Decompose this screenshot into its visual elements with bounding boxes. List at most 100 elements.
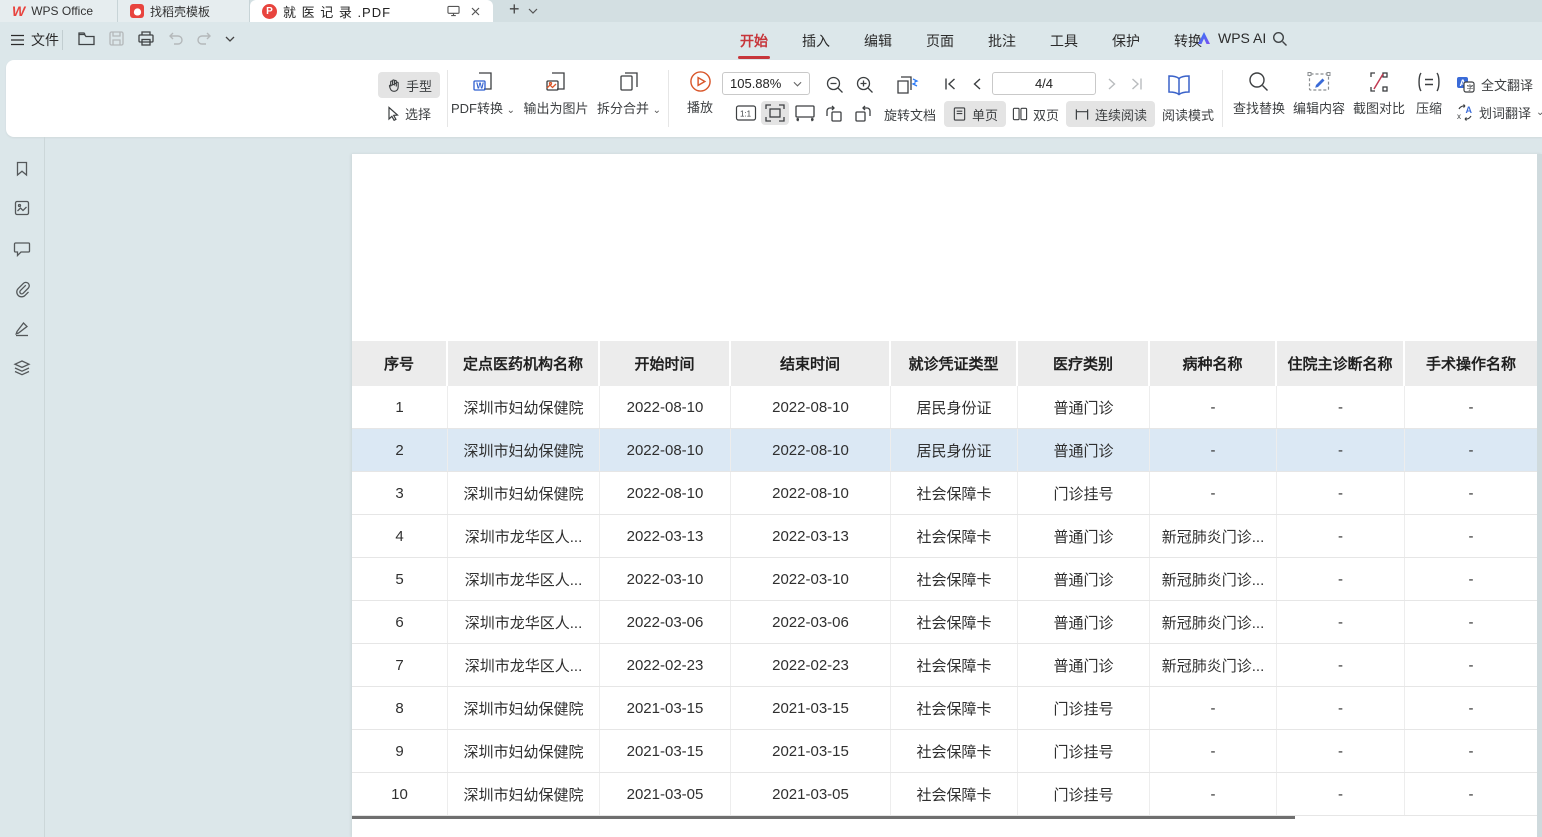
first-page-button[interactable] — [939, 74, 961, 94]
close-tab-icon[interactable] — [470, 6, 481, 17]
table-cell: 2021-03-15 — [600, 730, 731, 772]
tab-list-chevron-icon[interactable] — [528, 8, 538, 14]
last-page-button[interactable] — [1126, 74, 1148, 94]
table-cell: 2022-03-06 — [731, 601, 891, 643]
table-cell: 2022-08-10 — [731, 472, 891, 514]
column-header: 病种名称 — [1150, 341, 1277, 386]
table-cell: 8 — [352, 687, 448, 729]
rotate-right-icon[interactable] — [849, 102, 877, 126]
table-cell: 10 — [352, 773, 448, 815]
page-indicator: 4/4 — [1035, 76, 1053, 91]
single-page-button[interactable]: 单页 — [944, 101, 1006, 127]
rotate-left-icon[interactable] — [820, 102, 848, 126]
compress-button[interactable]: 压缩 — [1406, 70, 1452, 117]
read-mode-book-icon[interactable] — [1162, 70, 1196, 100]
table-cell: 4 — [352, 515, 448, 557]
screenshot-compare-button[interactable]: 截图对比 — [1348, 70, 1410, 117]
actual-size-button[interactable]: 1:1 — [732, 102, 760, 124]
table-cell: - — [1150, 730, 1277, 772]
table-cell: 2021-03-15 — [600, 687, 731, 729]
hand-tool-button[interactable]: 手型 — [378, 72, 440, 98]
menu-edit[interactable]: 编辑 — [860, 29, 896, 53]
table-cell: 2021-03-15 — [731, 730, 891, 772]
previous-page-button[interactable] — [967, 74, 987, 94]
tab-wps-office[interactable]: W WPS Office — [0, 0, 118, 22]
fit-page-button[interactable] — [761, 101, 789, 125]
table-cell: 7 — [352, 644, 448, 686]
edit-content-label: 编辑内容 — [1293, 98, 1345, 117]
thumbnail-icon[interactable] — [13, 199, 31, 217]
comment-icon[interactable] — [13, 240, 31, 257]
menu-insert[interactable]: 插入 — [798, 29, 834, 53]
tab-docer-templates[interactable]: 找稻壳模板 — [118, 0, 250, 22]
zoom-level-select[interactable]: 105.88% — [722, 72, 810, 95]
vertical-scrollbar[interactable] — [1537, 154, 1542, 837]
table-cell: 2021-03-15 — [731, 687, 891, 729]
file-menu-label: 文件 — [31, 30, 59, 50]
continuous-reading-button[interactable]: 连续阅读 — [1066, 101, 1155, 127]
read-mode-button[interactable]: 阅读模式 — [1158, 101, 1218, 127]
table-cell: 2022-02-23 — [600, 644, 731, 686]
full-text-translate-button[interactable]: A字 全文翻译 — [1456, 72, 1533, 96]
table-cell: - — [1277, 472, 1405, 514]
export-image-button[interactable]: 输出为图片 — [520, 70, 592, 117]
screenshot-compare-label: 截图对比 — [1353, 98, 1405, 117]
pdf-convert-icon: W — [471, 70, 495, 94]
word-translate-button[interactable]: Ax 划词翻译 ⌄ — [1456, 100, 1542, 124]
zoom-in-button[interactable] — [852, 73, 878, 97]
document-title: 就 医 记 录 .PDF — [283, 2, 391, 21]
open-folder-icon[interactable] — [76, 29, 97, 48]
column-header: 就诊凭证类型 — [891, 341, 1018, 386]
edit-content-button[interactable]: 编辑内容 — [1288, 70, 1350, 117]
table-cell: - — [1405, 601, 1537, 643]
play-button[interactable]: 播放 — [678, 70, 722, 116]
menu-protect[interactable]: 保护 — [1108, 29, 1144, 53]
zoom-out-button[interactable] — [822, 73, 848, 97]
signature-icon[interactable] — [13, 319, 31, 338]
page-number-input[interactable]: 4/4 — [992, 72, 1096, 95]
redo-icon[interactable] — [195, 30, 214, 47]
split-merge-button[interactable]: 拆分合并 ⌄ — [594, 70, 664, 117]
column-header: 结束时间 — [731, 341, 891, 386]
find-replace-button[interactable]: 查找替换 — [1228, 70, 1290, 117]
new-tab-button[interactable]: + — [505, 0, 524, 22]
tab-document-active[interactable]: P 就 医 记 录 .PDF — [250, 0, 493, 22]
table-cell: 2022-03-13 — [731, 515, 891, 557]
bookmark-icon[interactable] — [13, 160, 31, 178]
zoom-value: 105.88% — [730, 76, 781, 91]
column-header: 定点医药机构名称 — [448, 341, 600, 386]
quick-access-chevron-icon[interactable] — [224, 35, 236, 43]
menu-search-icon[interactable] — [1272, 31, 1288, 47]
table-cell: 2022-08-10 — [731, 429, 891, 471]
table-cell: 普通门诊 — [1018, 429, 1150, 471]
rotate-document-button[interactable]: 旋转文档 — [880, 101, 940, 127]
table-cell: 2022-08-10 — [600, 386, 731, 428]
replace-page-icon[interactable] — [892, 71, 924, 99]
wps-ai-button[interactable]: WPS AI — [1196, 30, 1266, 46]
table-cell: 2022-03-13 — [600, 515, 731, 557]
present-monitor-icon[interactable] — [447, 5, 460, 17]
fit-width-button[interactable] — [791, 102, 819, 124]
menu-annotate[interactable]: 批注 — [984, 29, 1020, 53]
menu-home[interactable]: 开始 — [736, 29, 772, 53]
next-page-button[interactable] — [1102, 74, 1122, 94]
layers-icon[interactable] — [13, 359, 31, 377]
menu-tools[interactable]: 工具 — [1046, 29, 1082, 53]
table-cell: 深圳市龙华区人... — [448, 558, 600, 600]
pdf-convert-button[interactable]: W PDF转换 ⌄ — [452, 70, 514, 117]
wps-ai-icon — [1196, 31, 1212, 45]
attachment-icon[interactable] — [13, 280, 31, 298]
export-image-icon — [544, 70, 568, 94]
file-menu-button[interactable]: 文件 — [10, 30, 59, 50]
save-icon[interactable] — [107, 29, 126, 48]
table-bottom-scrollbar[interactable] — [352, 816, 1295, 819]
select-tool-button[interactable]: 选择 — [378, 100, 439, 126]
pdf-page: 序号定点医药机构名称开始时间结束时间就诊凭证类型医疗类别病种名称住院主诊断名称手… — [352, 154, 1542, 837]
play-label: 播放 — [687, 97, 713, 116]
print-icon[interactable] — [136, 29, 156, 48]
undo-icon[interactable] — [166, 30, 185, 47]
select-tool-label: 选择 — [405, 104, 431, 123]
table-header-row: 序号定点医药机构名称开始时间结束时间就诊凭证类型医疗类别病种名称住院主诊断名称手… — [352, 341, 1537, 386]
read-mode-label: 阅读模式 — [1162, 105, 1214, 124]
menu-page[interactable]: 页面 — [922, 29, 958, 53]
